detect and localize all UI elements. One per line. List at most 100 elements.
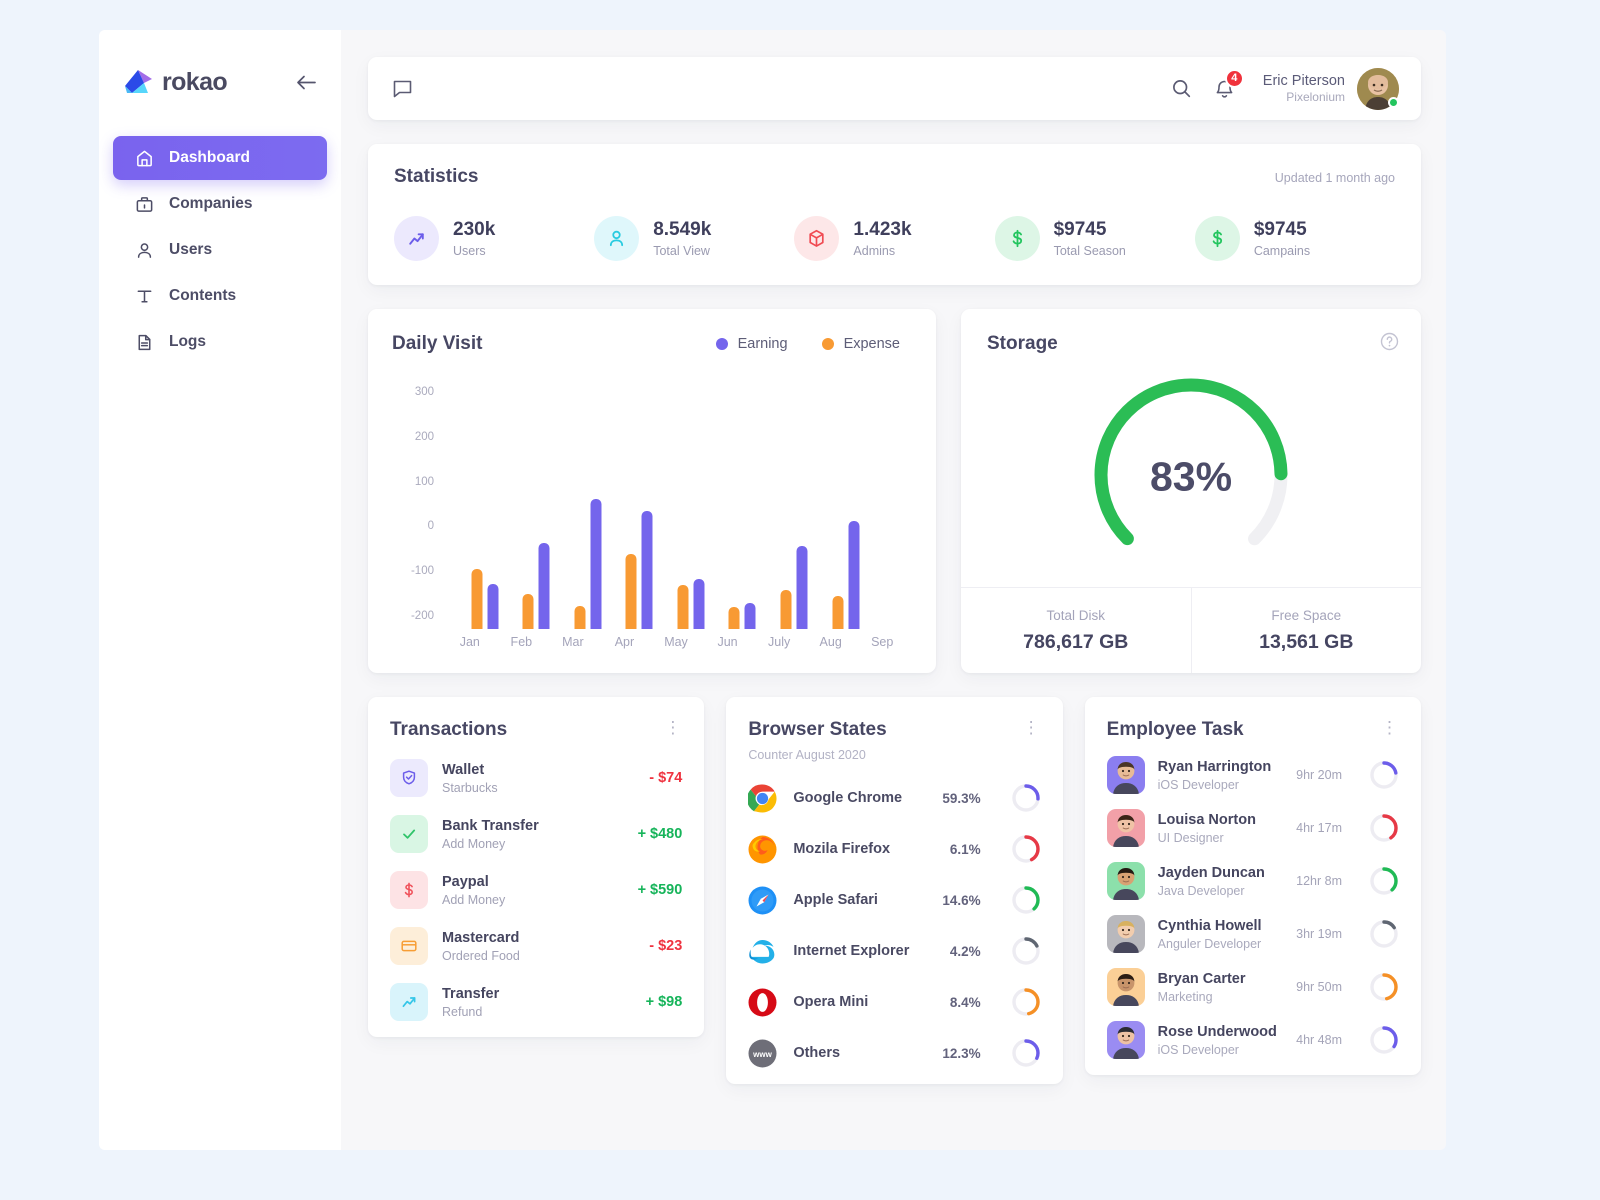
sidebar-item-companies[interactable]: Companies bbox=[113, 182, 327, 226]
employee-role: Marketing bbox=[1157, 989, 1213, 1004]
sidebar-item-contents[interactable]: Contents bbox=[113, 274, 327, 318]
employee-row[interactable]: Louisa Norton UI Designer 4hr 17m bbox=[1106, 809, 1399, 847]
chart-bar-earning bbox=[744, 603, 756, 629]
notifications-button[interactable]: 4 bbox=[1214, 68, 1244, 100]
employee-name: Cynthia Howell bbox=[1157, 918, 1262, 935]
transaction-row[interactable]: Paypal Add Money + $590 bbox=[390, 871, 682, 909]
transaction-text: Bank Transfer Add Money bbox=[442, 817, 539, 851]
employee-avatar bbox=[1106, 915, 1145, 953]
collapse-sidebar-button[interactable] bbox=[293, 69, 319, 95]
stat-value: 1.423k bbox=[853, 218, 912, 240]
transaction-row[interactable]: Transfer Refund + $98 bbox=[390, 983, 682, 1021]
browser-states-menu-button[interactable]: ⋮ bbox=[1023, 719, 1041, 736]
transaction-row[interactable]: Wallet Starbucks - $74 bbox=[390, 759, 682, 797]
check-icon bbox=[390, 815, 428, 853]
browser-row[interactable]: Google Chrome 59.3% bbox=[747, 783, 1040, 813]
legend-item-earning[interactable]: Earning bbox=[715, 336, 788, 352]
sidebar-item-label: Companies bbox=[169, 195, 253, 212]
employee-avatar bbox=[1106, 968, 1145, 1006]
search-button[interactable] bbox=[1171, 78, 1192, 99]
browser-name: Internet Explorer bbox=[793, 943, 910, 959]
employee-row[interactable]: Bryan Carter Marketing 9hr 50m bbox=[1106, 968, 1399, 1006]
stat-value: $9745 bbox=[1253, 218, 1307, 240]
browser-row[interactable]: Internet Explorer 4.2% bbox=[748, 936, 1040, 966]
chart-bar-group bbox=[728, 603, 756, 629]
sidebar-item-logs[interactable]: Logs bbox=[113, 320, 327, 364]
sidebar: rokao Dashboard Companies Users Contents… bbox=[99, 30, 341, 1150]
svg-text:www: www bbox=[752, 1050, 772, 1059]
transaction-text: Wallet Starbucks bbox=[442, 761, 498, 795]
employee-time: 12hr 8m bbox=[1296, 874, 1342, 888]
chart-bar-earning bbox=[848, 520, 859, 629]
employee-row[interactable]: Ryan Harrington iOS Developer 9hr 20m bbox=[1106, 756, 1399, 794]
stat-item: 1.423k Admins bbox=[794, 216, 994, 261]
employee-progress-ring bbox=[1369, 760, 1399, 790]
status-dot-online bbox=[1388, 96, 1399, 108]
chart-bar-expense bbox=[832, 596, 843, 629]
avatar-wrapper[interactable] bbox=[1357, 67, 1399, 110]
employee-name: Jayden Duncan bbox=[1157, 865, 1265, 882]
chart-y-tick-label: -100 bbox=[410, 564, 434, 577]
browser-row[interactable]: Opera Mini 8.4% bbox=[748, 987, 1040, 1017]
message-bubble-button[interactable] bbox=[392, 78, 413, 99]
daily-visit-title: Daily Visit bbox=[392, 333, 483, 354]
storage-stat-label: Free Space bbox=[1271, 607, 1342, 623]
chart-bar-group bbox=[574, 498, 602, 629]
employee-row[interactable]: Jayden Duncan Java Developer 12hr 8m bbox=[1106, 862, 1399, 900]
chart-y-tick-label: 300 bbox=[414, 386, 434, 399]
browser-states-subtitle: Counter August 2020 bbox=[748, 748, 866, 762]
chart-x-tick-label: Jan bbox=[459, 635, 480, 649]
document-icon bbox=[138, 334, 151, 350]
home-icon bbox=[137, 150, 152, 166]
sidebar-item-dashboard[interactable]: Dashboard bbox=[113, 136, 327, 180]
progress-ring-icon bbox=[1370, 973, 1398, 1001]
user-menu[interactable]: Eric Piterson Pixelonium bbox=[1263, 67, 1399, 110]
browser-row[interactable]: Mozila Firefox 6.1% bbox=[748, 834, 1040, 864]
stat-label: Users bbox=[453, 244, 486, 259]
employee-avatar bbox=[1106, 862, 1145, 900]
sidebar-item-users[interactable]: Users bbox=[113, 228, 327, 272]
stat-item: $9745 Total Season bbox=[994, 216, 1195, 261]
storage-gauge: 83% bbox=[987, 363, 1395, 587]
transaction-sub: Ordered Food bbox=[442, 948, 520, 963]
browser-row[interactable]: Apple Safari 14.6% bbox=[748, 885, 1040, 915]
stat-value: 230k bbox=[453, 218, 496, 240]
briefcase-icon bbox=[136, 196, 153, 212]
transaction-text: Mastercard Ordered Food bbox=[442, 929, 520, 963]
cube-icon bbox=[794, 216, 840, 261]
stat-text: 1.423k Admins bbox=[853, 219, 911, 259]
help-button[interactable] bbox=[1380, 332, 1399, 351]
employee-row[interactable]: Cynthia Howell Anguler Developer 3hr 19m bbox=[1106, 915, 1399, 953]
storage-stat-value: 786,617 GB bbox=[1023, 630, 1129, 653]
legend-item-expense[interactable]: Expense bbox=[821, 336, 900, 352]
progress-ring-icon bbox=[1370, 1026, 1398, 1054]
employee-time: 4hr 48m bbox=[1296, 1033, 1342, 1047]
transaction-row[interactable]: Bank Transfer Add Money + $480 bbox=[390, 815, 682, 853]
transaction-row[interactable]: Mastercard Ordered Food - $23 bbox=[390, 927, 682, 965]
progress-ring-icon bbox=[1370, 814, 1398, 842]
employee-row[interactable]: Rose Underwood iOS Developer 4hr 48m bbox=[1106, 1021, 1399, 1059]
employee-task-menu-button[interactable]: ⋮ bbox=[1381, 719, 1399, 736]
transactions-menu-button[interactable]: ⋮ bbox=[664, 719, 682, 736]
employee-name: Ryan Harrington bbox=[1157, 759, 1272, 776]
employee-time: 3hr 19m bbox=[1296, 927, 1342, 941]
chart-x-tick-label: Jun bbox=[717, 635, 738, 649]
transaction-amount: + $590 bbox=[637, 882, 683, 898]
stat-label: Admins bbox=[853, 244, 896, 259]
browser-row[interactable]: www Others 12.3% bbox=[748, 1038, 1040, 1068]
employee-progress-ring bbox=[1369, 813, 1399, 843]
progress-ring-icon bbox=[1370, 867, 1398, 895]
dollar-icon bbox=[994, 216, 1040, 261]
employee-photo bbox=[1106, 809, 1145, 847]
trend-up-icon bbox=[390, 983, 428, 1021]
chart-x-tick-label: Feb bbox=[510, 635, 533, 649]
stat-item: 230k Users bbox=[394, 216, 594, 261]
progress-ring-icon bbox=[1370, 920, 1398, 948]
employee-photo bbox=[1106, 756, 1145, 794]
triangle-logo-icon bbox=[125, 70, 152, 93]
chart-bar-group bbox=[625, 510, 653, 629]
employee-role: Anguler Developer bbox=[1157, 936, 1262, 951]
employee-text: Rose Underwood iOS Developer bbox=[1158, 1023, 1277, 1057]
storage-top: Storage 83% bbox=[961, 309, 1421, 587]
employee-time: 9hr 20m bbox=[1296, 768, 1342, 782]
